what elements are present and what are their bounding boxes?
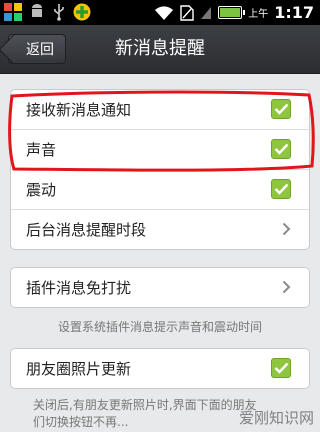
back-button-label: 返回 bbox=[26, 42, 54, 58]
notification-icons bbox=[4, 3, 91, 21]
setting-label: 接收新消息通知 bbox=[26, 101, 132, 119]
setting-row-receive-notifications[interactable]: 接收新消息通知 bbox=[11, 90, 309, 130]
setting-row-vibrate[interactable]: 震动 bbox=[11, 170, 309, 210]
setting-label: 声音 bbox=[26, 141, 57, 159]
setting-label: 朋友圈照片更新 bbox=[26, 360, 132, 378]
android-icon bbox=[32, 4, 42, 17]
wifi-icon bbox=[155, 5, 174, 20]
watermark: 爱刚知识网 bbox=[238, 409, 314, 427]
setting-label: 插件消息免打扰 bbox=[26, 279, 132, 297]
checkbox-checked-icon[interactable] bbox=[271, 179, 291, 199]
chevron-right-icon bbox=[282, 222, 291, 236]
setting-row-background-quiet-hours[interactable]: 后台消息提醒时段 bbox=[11, 210, 309, 249]
checkbox-checked-icon[interactable] bbox=[271, 358, 291, 378]
app-grid-icon bbox=[4, 3, 22, 21]
title-bar: 返回 新消息提醒 bbox=[0, 25, 320, 74]
setting-row-moments-updates[interactable]: 朋友圈照片更新 bbox=[11, 349, 309, 388]
checkbox-checked-icon[interactable] bbox=[271, 139, 291, 159]
time-period: 上午 bbox=[248, 9, 269, 20]
plugin-settings-card: 插件消息免打扰 bbox=[10, 267, 310, 308]
system-icons: 上午 1:17 bbox=[154, 0, 314, 25]
moments-settings-card: 朋友圈照片更新 bbox=[10, 348, 310, 389]
setting-row-sound[interactable]: 声音 bbox=[11, 130, 309, 170]
security-app-icon bbox=[73, 3, 91, 21]
signal-off-icon bbox=[201, 6, 212, 19]
setting-row-plugin-dnd[interactable]: 插件消息免打扰 bbox=[11, 268, 309, 307]
plugin-hint-text: 设置系统插件消息提示声音和震动时间 bbox=[57, 320, 262, 334]
no-sim-icon bbox=[180, 4, 194, 21]
usb-icon bbox=[54, 4, 64, 21]
chevron-right-icon bbox=[282, 280, 291, 294]
notification-settings-card: 接收新消息通知 声音 震动 后台消息提醒时段 bbox=[10, 89, 310, 250]
status-bar: 上午 1:17 bbox=[0, 0, 320, 25]
setting-label: 后台消息提醒时段 bbox=[26, 221, 147, 239]
checkbox-checked-icon[interactable] bbox=[271, 99, 291, 119]
battery-icon bbox=[218, 6, 246, 19]
clock: 1:17 bbox=[274, 3, 314, 22]
setting-label: 震动 bbox=[26, 181, 57, 199]
